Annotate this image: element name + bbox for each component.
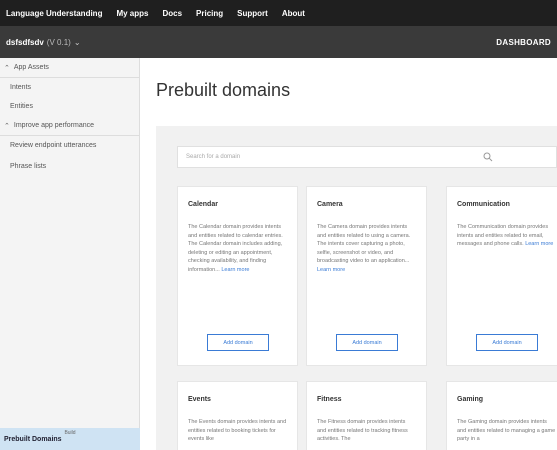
add-domain-button[interactable]: Add domain: [336, 334, 398, 351]
learn-more-link[interactable]: Learn more: [317, 267, 345, 273]
card-title: Communication: [457, 201, 510, 208]
add-domain-button[interactable]: Add domain: [476, 334, 538, 351]
card-description-text: The Events domain provides intents and e…: [188, 419, 287, 443]
sidebar-item-phrase-lists[interactable]: Phrase lists: [0, 157, 139, 176]
add-domain-button[interactable]: Add domain: [207, 334, 269, 351]
domain-card-calendar: Calendar The Calendar domain provides in…: [177, 186, 298, 366]
card-description: The Calendar domain provides intents and…: [188, 223, 287, 275]
nav-pricing[interactable]: Pricing: [196, 9, 223, 18]
nav-docs[interactable]: Docs: [162, 9, 182, 18]
domain-card-fitness: Fitness The Fitness domain provides inte…: [306, 381, 427, 450]
app-version: (V 0.1): [46, 37, 71, 47]
sidebar-item-review-endpoint-utterances[interactable]: Review endpoint utterances: [0, 136, 139, 155]
card-description: The Communication domain provides intent…: [457, 223, 556, 249]
sidebar-item-intents[interactable]: Intents: [0, 78, 139, 97]
sidebar-section-app-assets[interactable]: ⌃ App Assets: [0, 58, 139, 78]
domain-card-gaming: Gaming The Gaming domain provides intent…: [446, 381, 557, 450]
card-title: Gaming: [457, 396, 484, 403]
card-title: Events: [188, 396, 211, 403]
domain-card-events: Events The Events domain provides intent…: [177, 381, 298, 450]
page-title: Prebuilt domains: [156, 80, 291, 100]
card-description-text: The Gaming domain provides intents and e…: [457, 419, 556, 443]
sidebar-section-label: App Assets: [13, 64, 49, 71]
sidebar-item-prebuilt-domains[interactable]: Build Prebuilt Domains: [0, 428, 140, 450]
card-description-text: The Camera domain provides intents and e…: [317, 224, 411, 265]
domain-card-communication: Communication The Communication domain p…: [446, 186, 557, 366]
chevron-up-icon: ⌃: [4, 122, 10, 130]
search-placeholder: Search for a domain: [186, 154, 241, 160]
nav-support[interactable]: Support: [237, 9, 268, 18]
chevron-down-icon[interactable]: ⌄: [74, 38, 81, 47]
learn-more-link[interactable]: Learn more: [221, 267, 249, 273]
card-description: The Camera domain provides intents and e…: [317, 223, 416, 275]
nav-about[interactable]: About: [282, 9, 305, 18]
app-header-bar: dsfsdfsdv (V 0.1) ⌄ DASHBOARD: [0, 26, 557, 58]
search-icon[interactable]: [483, 152, 493, 162]
card-title: Calendar: [188, 201, 218, 208]
search-input[interactable]: Search for a domain: [177, 146, 557, 168]
brand-link[interactable]: Language Understanding: [6, 9, 102, 18]
dashboard-link[interactable]: DASHBOARD: [496, 38, 551, 47]
top-navigation-bar: Language Understanding My apps Docs Pric…: [0, 0, 557, 26]
learn-more-link[interactable]: Learn more: [525, 241, 553, 247]
domains-panel: Search for a domain Calendar The Calenda…: [156, 126, 557, 450]
sidebar-section-improve-app-performance[interactable]: ⌃ Improve app performance: [0, 116, 139, 136]
sidebar-item-entities[interactable]: Entities: [0, 97, 139, 116]
sidebar-footer-label: Prebuilt Domains: [4, 436, 62, 443]
domain-card-camera: Camera The Camera domain provides intent…: [306, 186, 427, 366]
chevron-up-icon: ⌃: [4, 64, 10, 72]
card-title: Fitness: [317, 396, 342, 403]
nav-my-apps[interactable]: My apps: [116, 9, 148, 18]
sidebar-section-label: Improve app performance: [13, 122, 95, 129]
card-description-text: The Fitness domain provides intents and …: [317, 419, 408, 443]
card-title: Camera: [317, 201, 343, 208]
app-name[interactable]: dsfsdfsdv: [6, 38, 44, 47]
main-content: Prebuilt domains Search for a domain Cal…: [141, 58, 557, 450]
card-description-text: The Calendar domain provides intents and…: [188, 224, 283, 273]
sidebar: ⌃ App Assets Intents Entities ⌃ Improve …: [0, 58, 140, 450]
